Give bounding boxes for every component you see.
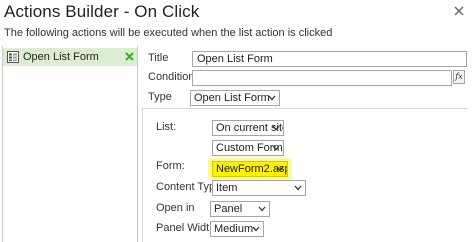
condition-input[interactable] [192, 70, 452, 86]
chevron-down-icon [272, 145, 280, 151]
list-name-select[interactable]: Custom Forms2 [212, 140, 284, 156]
remove-icon[interactable] [124, 51, 135, 62]
title-input[interactable]: Open List Form [192, 51, 467, 67]
form-select[interactable]: NewForm2.aspx [212, 161, 288, 177]
condition-label: Condition [148, 71, 195, 83]
chevron-down-icon [258, 206, 266, 212]
open-in-select-value: Panel [214, 203, 243, 215]
close-icon[interactable] [452, 4, 466, 18]
open-in-label: Open in [156, 202, 195, 214]
list-label: List: [156, 121, 177, 133]
open-in-select[interactable]: Panel [210, 201, 270, 217]
content-type-select-value: Item [216, 182, 238, 194]
chevron-down-icon [268, 95, 276, 101]
chevron-down-icon [272, 125, 280, 131]
actions-list-panel: Open List Form [2, 46, 138, 242]
type-select-value: Open List Form [194, 92, 270, 104]
title-label: Title [148, 52, 169, 64]
form-label: Form: [156, 160, 185, 172]
chevron-down-icon [294, 185, 302, 191]
dialog-subtitle: The following actions will be executed w… [4, 27, 333, 39]
action-item-label: Open List Form [23, 51, 99, 63]
chevron-down-icon [276, 166, 284, 172]
panel-width-select[interactable]: Medium [210, 221, 264, 237]
dialog-header: Actions Builder - On Click [0, 0, 474, 22]
chevron-down-icon [252, 226, 260, 232]
content-type-select[interactable]: Item [212, 180, 306, 196]
panel-width-select-value: Medium [214, 223, 254, 235]
formula-button[interactable]: fx [453, 70, 465, 84]
form-icon [7, 51, 19, 63]
type-label: Type [148, 91, 172, 103]
list-site-select[interactable]: On current site [212, 120, 284, 136]
action-item-open-list-form[interactable]: Open List Form [3, 48, 137, 66]
dialog-title: Actions Builder - On Click [4, 2, 200, 21]
type-select[interactable]: Open List Form [190, 90, 280, 106]
